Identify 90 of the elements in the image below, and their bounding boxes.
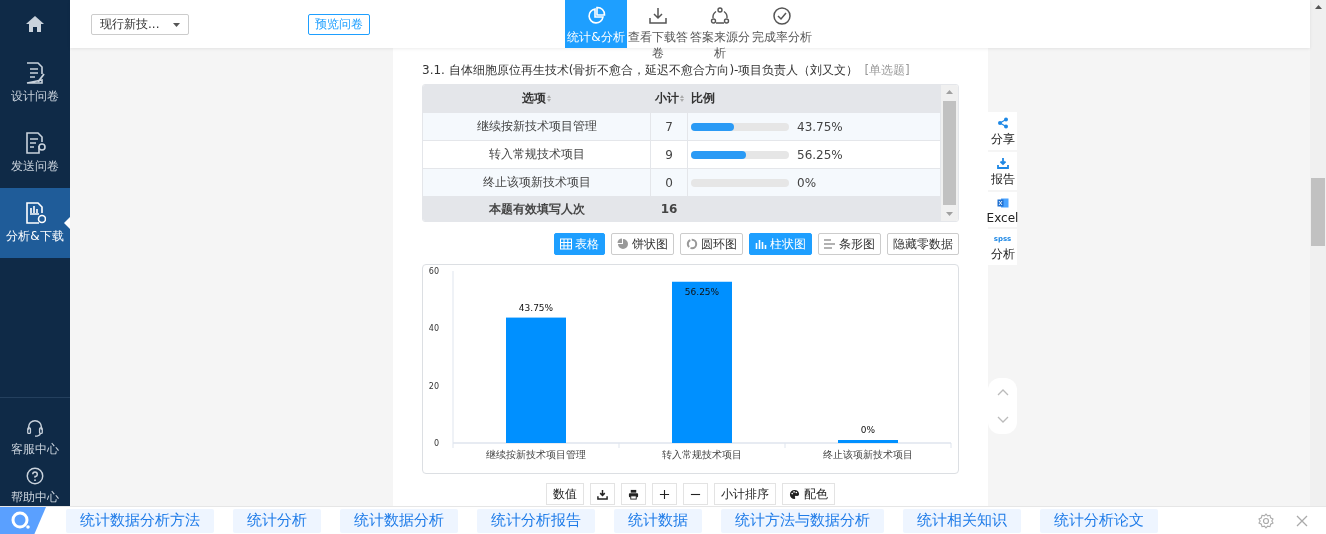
chevron-up-icon[interactable] — [996, 388, 1009, 396]
search-tag[interactable]: 统计方法与数据分析 — [721, 508, 884, 533]
sidebar-item[interactable]: 帮助中心 — [0, 466, 70, 506]
y-tick-label: 40 — [428, 324, 439, 334]
download-icon — [597, 488, 608, 500]
tool-button[interactable]: 数值 — [546, 483, 584, 505]
chevron-down-icon[interactable] — [996, 416, 1009, 424]
search-tag[interactable]: 统计数据 — [614, 508, 702, 533]
view-button[interactable]: 条形图 — [818, 233, 881, 255]
value-label: 56.25% — [684, 286, 720, 297]
print-button[interactable] — [621, 483, 646, 505]
spreadsheet-icon — [996, 197, 1009, 209]
percent-text: 0% — [797, 175, 817, 190]
check-circle-icon — [772, 6, 792, 26]
document-gear-icon — [24, 131, 46, 155]
sidebar-item[interactable]: 分析&下载 — [0, 188, 70, 258]
search-tag[interactable]: 统计分析论文 — [1040, 508, 1158, 533]
y-tick-label: 20 — [428, 381, 439, 391]
minus-button[interactable] — [683, 483, 708, 505]
percent-text: 56.25% — [797, 147, 843, 162]
scroll-down-icon[interactable] — [946, 212, 953, 216]
table-cell: 9 — [650, 140, 688, 169]
scrollbar-thumb[interactable] — [1311, 178, 1325, 246]
tab[interactable]: 查看下载答卷 — [627, 0, 689, 61]
value-label: 43.75% — [518, 302, 554, 313]
sidebar-item[interactable]: 设计问卷 — [0, 48, 70, 118]
table-cell: 继续按新技术项目管理 — [423, 112, 651, 141]
download-icon — [996, 157, 1009, 169]
category-label: 终止该项新技术项目 — [823, 449, 913, 460]
value-label: 0% — [860, 425, 876, 435]
search-tag[interactable]: 统计分析报告 — [477, 508, 595, 533]
palette-button[interactable]: 配色 — [782, 483, 835, 505]
scrollbar-thumb[interactable] — [943, 101, 956, 205]
home-icon — [25, 15, 45, 33]
connected-nodes-icon — [710, 6, 730, 26]
caret-icon — [173, 22, 180, 27]
search-tag[interactable]: 统计相关知识 — [903, 508, 1021, 533]
sort-icon[interactable] — [679, 95, 684, 102]
horizontal-bars-icon — [824, 238, 836, 250]
percent-text: 43.75% — [797, 119, 843, 134]
table-cell: 终止该项新技术项目 — [423, 168, 651, 197]
bar — [838, 440, 898, 443]
headset-icon — [24, 418, 46, 438]
search-tag[interactable]: 统计数据分析 — [340, 508, 458, 533]
search-tag[interactable]: 统计数据分析方法 — [66, 508, 214, 533]
document-pen-icon — [24, 61, 46, 85]
tool-button[interactable]: 小计排序 — [714, 483, 776, 505]
search-tag[interactable]: 统计分析 — [233, 508, 321, 533]
document-chart-icon — [24, 201, 46, 225]
side-tool-button[interactable]: 报告 — [988, 152, 1017, 190]
table-icon — [560, 238, 572, 250]
bar-chart-icon — [755, 238, 767, 250]
tab[interactable]: 答案来源分析 — [689, 0, 751, 61]
settings-icon[interactable] — [1258, 512, 1274, 529]
help-icon — [24, 466, 46, 486]
sort-icon[interactable] — [547, 95, 551, 102]
view-button[interactable]: 圆环图 — [680, 233, 743, 255]
tab[interactable]: 完成率分析 — [751, 0, 813, 48]
column-header: 比例 — [687, 85, 941, 113]
side-tool-button[interactable]: 分享 — [988, 112, 1017, 150]
pie-chart-icon — [586, 6, 606, 26]
category-label: 转入常规技术项目 — [662, 449, 742, 460]
page-scrollbar[interactable] — [1310, 0, 1326, 506]
column-header[interactable]: 小计 — [650, 85, 688, 113]
side-tool-button[interactable]: Excel — [988, 192, 1017, 227]
question-type: [单选题] — [864, 63, 910, 77]
column-header[interactable]: 选项 — [423, 85, 651, 113]
plus-button[interactable] — [652, 483, 677, 505]
scroll-buttons[interactable] — [988, 378, 1017, 434]
table-cell: 本题有效填写人次 — [423, 196, 651, 221]
sidebar-item[interactable]: 发送问卷 — [0, 118, 70, 188]
view-button[interactable]: 隐藏零数据 — [887, 233, 959, 255]
survey-select[interactable]: 现行新技... — [91, 14, 189, 35]
palette-icon — [789, 488, 800, 500]
table-cell: 转入常规技术项目 — [423, 140, 651, 169]
download-button[interactable] — [590, 483, 615, 505]
view-button[interactable]: 饼状图 — [611, 233, 674, 255]
category-label: 继续按新技术项目管理 — [486, 449, 586, 460]
sidebar-item[interactable]: 客服中心 — [0, 418, 70, 458]
question-title: 3.1. 自体细胞原位再生技术(骨折不愈合，延迟不愈合方向)-项目负责人（刘又文） — [422, 63, 859, 77]
printer-icon — [628, 488, 639, 500]
scrollbar[interactable] — [941, 85, 958, 221]
ring-chart-icon — [686, 238, 698, 250]
y-tick-label: 60 — [428, 267, 439, 276]
download-icon — [648, 6, 668, 26]
y-tick-label: 0 — [433, 439, 439, 448]
pie-chart-icon — [617, 238, 629, 250]
share-icon — [996, 117, 1009, 129]
scroll-up-icon[interactable] — [1314, 5, 1322, 9]
plus-icon — [659, 488, 670, 500]
